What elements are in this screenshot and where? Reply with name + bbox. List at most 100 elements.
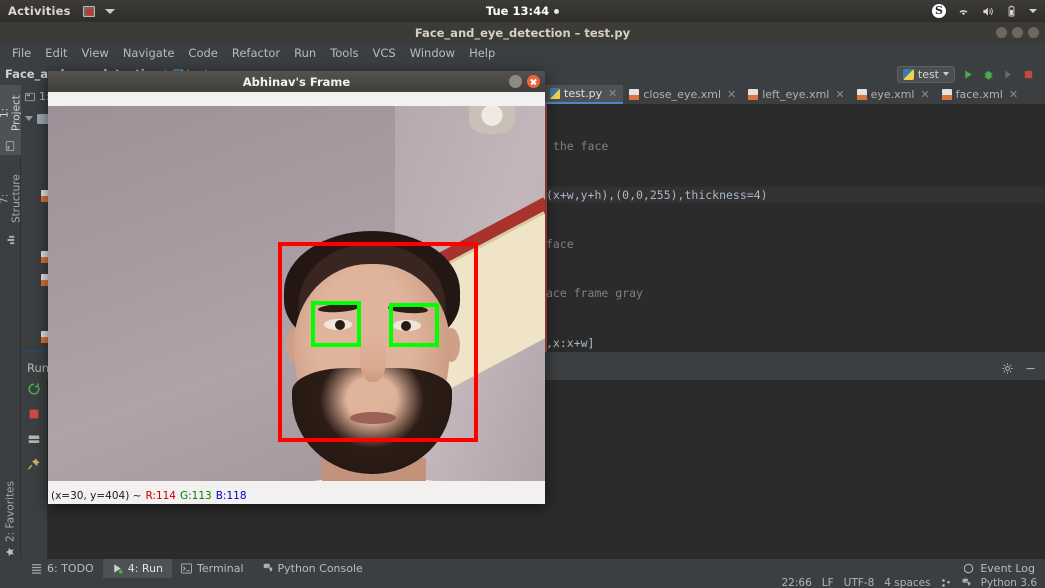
chevron-down-icon[interactable] — [25, 116, 33, 121]
sidebar-item-favorites-label: 2: Favorites — [5, 482, 17, 543]
pixel-red-value: R:114 — [145, 490, 176, 502]
stop-icon[interactable] — [27, 407, 41, 421]
rerun-icon[interactable] — [27, 382, 41, 396]
run-configuration-name: test — [918, 68, 939, 81]
ide-window-title: Face_and_eye_detection – test.py — [415, 26, 630, 40]
close-icon[interactable]: ✕ — [920, 88, 929, 101]
menu-code[interactable]: Code — [181, 44, 224, 63]
xml-file-icon — [629, 89, 639, 100]
debug-icon[interactable] — [982, 68, 995, 81]
stop-icon[interactable] — [1022, 68, 1035, 81]
menu-navigate[interactable]: Navigate — [116, 44, 182, 63]
ceiling-light-icon — [469, 106, 515, 134]
terminal-icon — [181, 563, 192, 574]
minimize-icon[interactable] — [509, 75, 522, 88]
bottom-tab-todo[interactable]: 6: TODO — [22, 559, 103, 578]
sidebar-item-project[interactable]: 1: Project — [0, 85, 21, 155]
close-icon[interactable]: ✕ — [1009, 88, 1018, 101]
close-button[interactable] — [1028, 27, 1039, 38]
bottom-tab-run[interactable]: 4: Run — [103, 559, 172, 578]
eye-detection-box-right — [389, 303, 439, 347]
line-separator[interactable]: LF — [822, 578, 834, 588]
event-log-button[interactable]: Event Log — [963, 562, 1045, 575]
close-icon[interactable]: ✕ — [727, 88, 736, 101]
sidebar-item-favorites[interactable]: 2: Favorites — [0, 475, 21, 563]
tab-label: face.xml — [956, 88, 1003, 101]
event-log-label: Event Log — [980, 562, 1035, 575]
clock[interactable]: Tue 13:44 — [0, 4, 1045, 18]
menu-help[interactable]: Help — [462, 44, 502, 63]
code-line: ,x:x+w] — [544, 335, 1045, 351]
gnome-top-bar: Activities Tue 13:44 S — [0, 0, 1045, 22]
tab-label: test.py — [564, 87, 602, 100]
menu-window[interactable]: Window — [403, 44, 462, 63]
code-editor[interactable]: the face (x+w,y+h),(0,0,255),thickness=4… — [544, 104, 1045, 352]
clock-label: Tue 13:44 — [486, 4, 549, 18]
frame-window-titlebar[interactable]: Abhinav's Frame — [48, 71, 545, 92]
code-line-text: (x+w,y+h),(0,0,255),thickness=4) — [546, 188, 768, 202]
pixel-green-value: G:113 — [180, 490, 212, 502]
left-tool-stripe: 1: Project 7: Structure 2: Favorites — [0, 85, 21, 563]
editor-tab-bar: test.py ✕ close_eye.xml ✕ left_eye.xml ✕… — [544, 85, 1045, 104]
print-icon[interactable] — [27, 432, 41, 446]
indent-setting[interactable]: 4 spaces — [884, 578, 930, 588]
python-icon — [262, 563, 273, 574]
tab-close-eye-xml[interactable]: close_eye.xml ✕ — [623, 85, 742, 104]
minimize-button[interactable] — [996, 27, 1007, 38]
menu-vcs[interactable]: VCS — [366, 44, 403, 63]
ide-window-titlebar: Face_and_eye_detection – test.py — [0, 22, 1045, 44]
menu-tools[interactable]: Tools — [323, 44, 365, 63]
python-interpreter[interactable]: Python 3.6 — [981, 578, 1037, 588]
chevron-down-icon — [943, 72, 949, 76]
file-encoding[interactable]: UTF-8 — [844, 578, 875, 588]
event-log-icon — [963, 563, 974, 574]
tab-face-xml[interactable]: face.xml ✕ — [936, 85, 1024, 104]
run-icon — [112, 563, 123, 574]
close-icon[interactable]: ✕ — [835, 88, 844, 101]
menu-run[interactable]: Run — [287, 44, 323, 63]
menu-bar: File Edit View Navigate Code Refactor Ru… — [0, 44, 1045, 63]
code-line: ace frame gray — [544, 285, 1045, 301]
bottom-tab-label: 4: Run — [128, 559, 163, 578]
menu-view[interactable]: View — [75, 44, 116, 63]
todo-icon — [31, 563, 42, 574]
project-icon — [25, 92, 35, 102]
code-line: the face — [544, 138, 1045, 154]
menu-refactor[interactable]: Refactor — [225, 44, 287, 63]
gear-icon[interactable] — [1001, 362, 1014, 375]
tab-left-eye-xml[interactable]: left_eye.xml ✕ — [742, 85, 850, 104]
menu-file[interactable]: File — [5, 44, 38, 63]
webcam-frame-window[interactable]: Abhinav's Frame — [48, 71, 545, 504]
menu-edit[interactable]: Edit — [38, 44, 74, 63]
pin-icon[interactable] — [27, 457, 41, 471]
tab-label: eye.xml — [871, 88, 915, 101]
run-icon[interactable] — [962, 68, 975, 81]
frame-window-title: Abhinav's Frame — [243, 75, 350, 89]
wifi-icon[interactable] — [957, 5, 970, 18]
close-icon[interactable]: ✕ — [608, 87, 617, 100]
battery-icon[interactable] — [1005, 5, 1018, 18]
run-with-coverage-icon[interactable] — [1002, 68, 1015, 81]
maximize-button[interactable] — [1012, 27, 1023, 38]
python-icon[interactable] — [961, 578, 971, 588]
star-icon — [6, 547, 16, 557]
branch-icon[interactable] — [941, 578, 951, 588]
bottom-tab-terminal[interactable]: Terminal — [172, 559, 253, 578]
bottom-tab-python-console[interactable]: Python Console — [253, 559, 372, 578]
tab-test-py[interactable]: test.py ✕ — [544, 85, 623, 104]
run-configuration-selector[interactable]: test — [897, 66, 955, 83]
sidebar-item-structure-label: 7: Structure — [0, 168, 23, 230]
face-detection-box — [278, 242, 478, 442]
python-file-icon — [550, 88, 560, 99]
tab-eye-xml[interactable]: eye.xml ✕ — [851, 85, 936, 104]
bottom-tab-label: Terminal — [197, 559, 244, 578]
window-controls — [996, 27, 1039, 38]
frame-window-controls — [509, 75, 540, 88]
close-icon[interactable] — [527, 75, 540, 88]
hide-icon[interactable] — [1024, 362, 1037, 375]
screen: Activities Tue 13:44 S Face_and_eye_dete… — [0, 0, 1045, 588]
volume-icon[interactable] — [981, 5, 994, 18]
tab-label: left_eye.xml — [762, 88, 829, 101]
sidebar-item-structure[interactable]: 7: Structure — [0, 163, 21, 249]
caret-position[interactable]: 22:66 — [782, 578, 812, 588]
